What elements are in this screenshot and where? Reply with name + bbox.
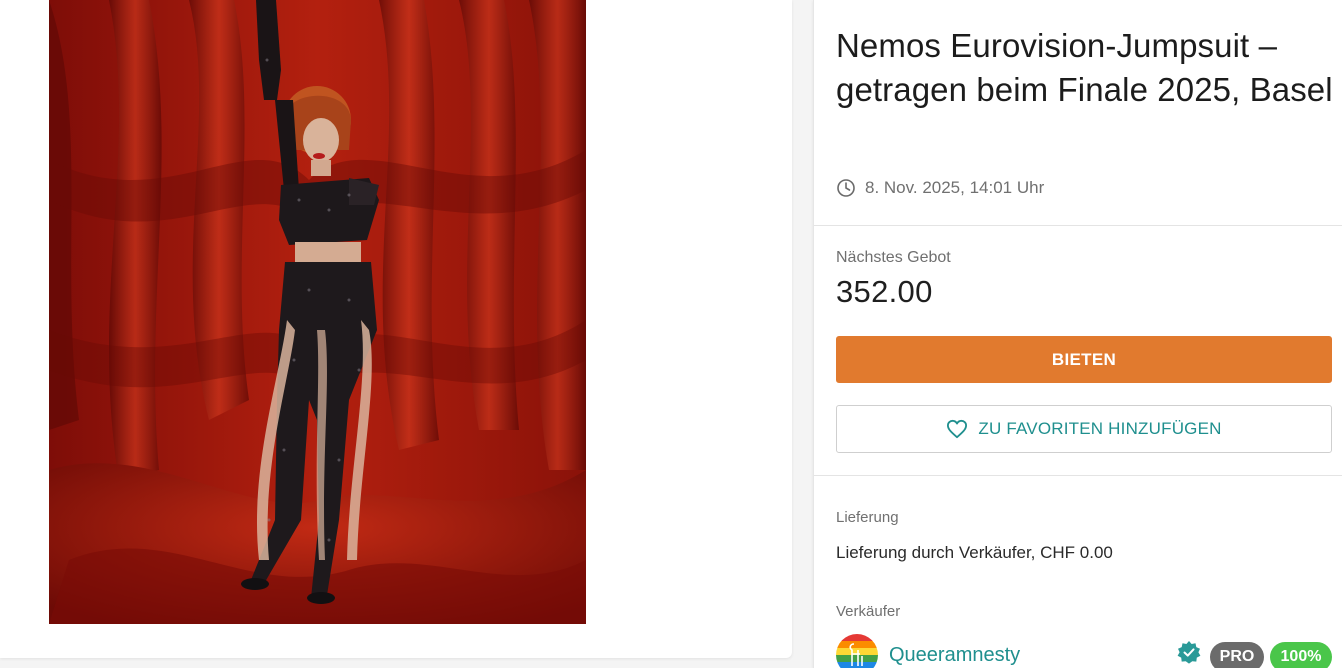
- seller-row: Queeramnesty PRO 100%: [836, 634, 1332, 668]
- seller-rating-badge: 100%: [1270, 642, 1332, 668]
- verified-icon: [1176, 640, 1202, 666]
- listing-title: Nemos Eurovision-Jumpsuit – getragen bei…: [836, 27, 1333, 108]
- bid-button[interactable]: BIETEN: [836, 336, 1332, 383]
- image-card: [0, 0, 792, 658]
- seller-label: Verkäufer: [836, 603, 901, 620]
- seller-avatar[interactable]: [836, 634, 878, 668]
- pro-badge: PRO: [1210, 642, 1264, 668]
- product-photo[interactable]: [49, 0, 586, 624]
- page: Nemos Eurovision-Jumpsuit – getragen bei…: [0, 0, 1342, 668]
- product-photo-image: [49, 0, 586, 624]
- add-to-favorites-label: ZU FAVORITEN HINZUFÜGEN: [978, 419, 1222, 438]
- seller-name-link[interactable]: Queeramnesty: [889, 644, 1020, 667]
- add-to-favorites-button[interactable]: ZU FAVORITEN HINZUFÜGEN: [836, 405, 1332, 453]
- listing-info-panel: Nemos Eurovision-Jumpsuit – getragen bei…: [813, 0, 1342, 668]
- delivery-label: Lieferung: [836, 509, 899, 526]
- listing-date: 8. Nov. 2025, 14:01 Uhr: [865, 178, 1045, 197]
- listing-date-row: 8. Nov. 2025, 14:01 Uhr: [836, 178, 1044, 198]
- next-bid-value: 352.00: [836, 274, 933, 309]
- delivery-text: Lieferung durch Verkäufer, CHF 0.00: [836, 543, 1113, 562]
- clock-icon: [836, 178, 856, 198]
- next-bid-label: Nächstes Gebot: [836, 249, 951, 266]
- heart-icon: [946, 419, 968, 439]
- divider: [814, 475, 1342, 476]
- divider: [814, 225, 1342, 226]
